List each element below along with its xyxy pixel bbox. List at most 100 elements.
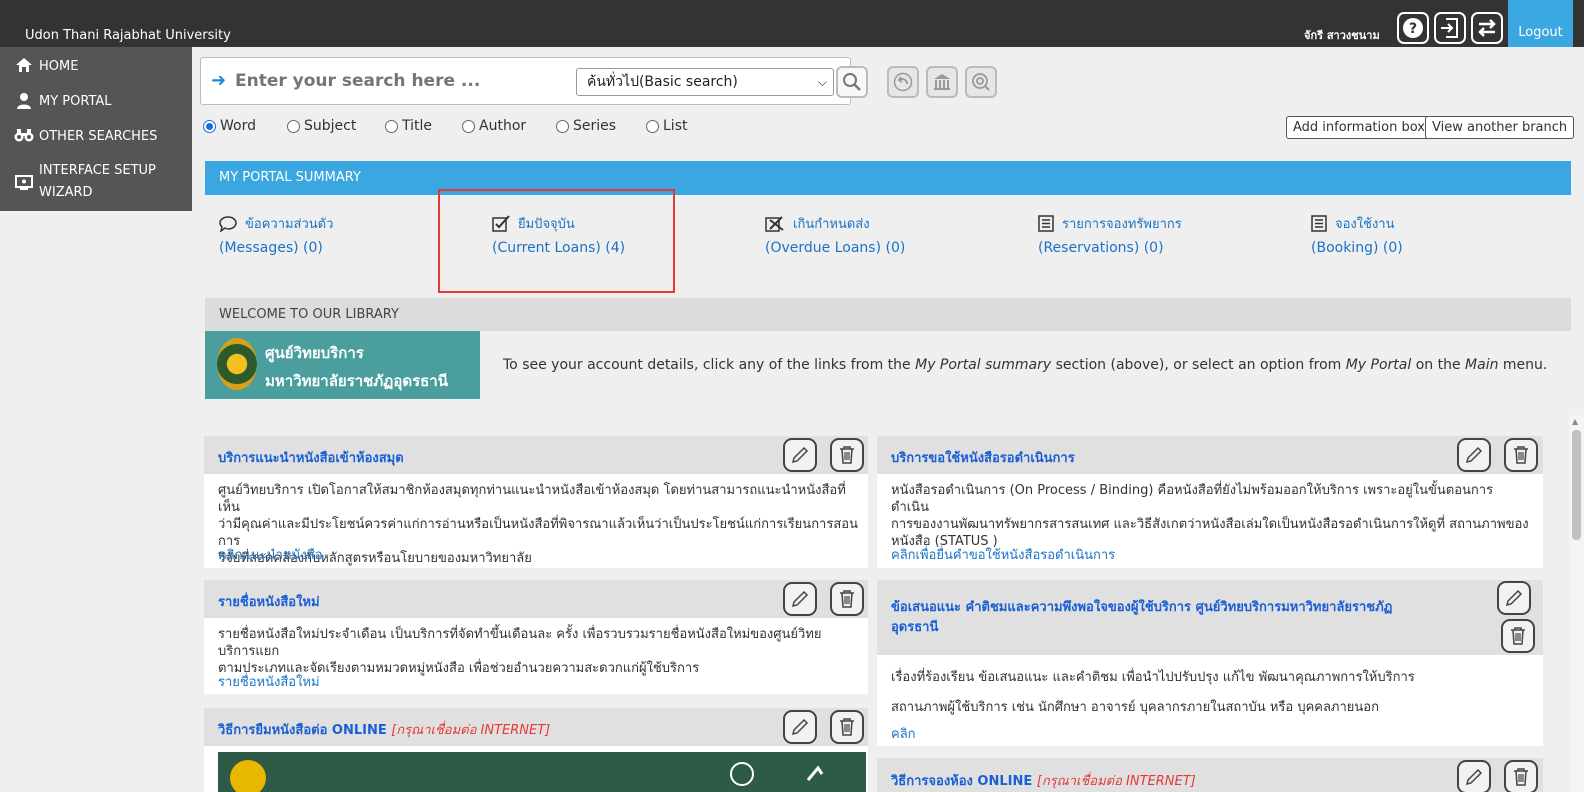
welcome-text-emph: My Portal <box>1345 357 1412 373</box>
summary-thai-label[interactable]: จองใช้งาน <box>1335 213 1394 234</box>
delete-button[interactable] <box>1501 619 1535 653</box>
summary-english-label[interactable]: (Reservations) (0) <box>1038 240 1182 256</box>
search-type-select[interactable]: ค้นทั่วไป(Basic search) ⌵ <box>576 68 834 96</box>
welcome-text-part: menu. <box>1498 357 1548 373</box>
view-another-branch-button[interactable]: View another branch <box>1425 116 1575 139</box>
summary-english-label[interactable]: (Booking) (0) <box>1311 240 1403 256</box>
search-input[interactable] <box>235 68 565 94</box>
radio-author[interactable]: Author <box>462 118 526 134</box>
radio-title[interactable]: Title <box>385 118 432 134</box>
login-icon[interactable] <box>1434 12 1466 44</box>
card-body: หนังสือรอดำเนินการ (On Process / Binding… <box>891 482 1531 550</box>
radio-circle[interactable] <box>385 119 398 133</box>
radio-label: Author <box>479 118 527 134</box>
logo-text-line2: มหาวิทยาลัยราชภัฏอุดรธานี <box>265 372 448 390</box>
edit-button[interactable] <box>783 438 817 472</box>
back-button[interactable] <box>887 66 919 98</box>
university-name: Udon Thani Rajabhat University <box>25 28 231 43</box>
search-icon <box>843 73 861 91</box>
card-text-line: เรื่องที่ร้องเรียน ข้อเสนอแนะ และคำติชม … <box>891 670 1415 685</box>
add-information-box-button[interactable]: Add information box <box>1286 116 1432 139</box>
radio-circle[interactable] <box>556 119 569 133</box>
radio-list[interactable]: List <box>646 118 687 134</box>
delete-button[interactable] <box>830 710 864 744</box>
radio-circle[interactable] <box>462 119 475 133</box>
pencil-icon <box>791 446 809 464</box>
radio-label: Title <box>402 118 433 134</box>
welcome-header: WELCOME TO OUR LIBRARY <box>205 298 1571 331</box>
edit-button[interactable] <box>1457 438 1491 472</box>
card-title: รายชื่อหนังสือใหม่ <box>218 595 320 610</box>
radio-circle[interactable] <box>287 119 300 133</box>
scrollbar[interactable]: ▲ <box>1569 415 1584 792</box>
card-link[interactable]: คลิกเพื่อยื่นคำขอใช้หนังสือรอดำเนินการ <box>891 544 1115 565</box>
list-icon <box>1038 214 1054 232</box>
card-title: ข้อเสนอแนะ คำติชมและความพึงพอใจของผู้ใช้… <box>891 598 1451 638</box>
card-text-line: การของงานพัฒนาทรัพยากรสารสนเทศ และวิธีสั… <box>891 517 1529 532</box>
summary-booking[interactable]: จองใช้งาน (Booking) (0) <box>1311 214 1403 256</box>
radio-circle[interactable] <box>203 119 216 133</box>
card-title-text: วิธีการยืมหนังสือต่อ ONLINE <box>218 723 392 738</box>
welcome-text-part: on the <box>1411 357 1466 373</box>
sidebar-item-interface-setup[interactable]: INTERFACE SETUP WIZARD <box>14 160 184 204</box>
delete-button[interactable] <box>1504 760 1538 792</box>
trash-icon <box>840 718 854 736</box>
pencil-icon <box>791 590 809 608</box>
video-thumbnail[interactable] <box>218 752 866 792</box>
card-text-line: หนังสือรอดำเนินการ (On Process / Binding… <box>891 483 1494 515</box>
sidebar-item-other-searches[interactable]: OTHER SEARCHES <box>14 126 157 148</box>
card-link[interactable]: คลิก <box>891 723 916 744</box>
edit-button[interactable] <box>783 582 817 616</box>
trash-icon <box>1511 627 1525 645</box>
summary-overdue-loans[interactable]: เกินกำหนดส่ง (Overdue Loans) (0) <box>765 214 905 256</box>
card-link[interactable]: คลิกแนะนำหนังสือ <box>218 544 323 565</box>
username[interactable]: จักรี สาวงชนาม <box>1304 26 1380 44</box>
summary-thai-label[interactable]: เกินกำหนดส่ง <box>793 213 870 234</box>
library-button[interactable] <box>926 66 958 98</box>
search-button[interactable] <box>836 66 868 98</box>
home-icon <box>14 56 34 74</box>
library-logo-banner: ศูนย์วิทยบริการ มหาวิทยาลัยราชภัฏอุดรธาน… <box>205 331 480 399</box>
sidebar-label: INTERFACE SETUP WIZARD <box>39 163 156 200</box>
summary-messages[interactable]: ข้อความส่วนตัว (Messages) (0) <box>219 214 333 256</box>
summary-english-label[interactable]: (Messages) (0) <box>219 240 333 256</box>
card-title: วิธีการจองห้อง ONLINE [กรุณาเชื่อมต่อ IN… <box>891 770 1196 791</box>
radio-subject[interactable]: Subject <box>287 118 356 134</box>
logout-button[interactable]: Logout <box>1508 0 1573 47</box>
scroll-thumb[interactable] <box>1572 430 1581 540</box>
delete-button[interactable] <box>830 438 864 472</box>
switch-icon[interactable] <box>1471 12 1503 44</box>
card-on-process-books: บริการขอใช้หนังสือรอดำเนินการ หนังสือรอด… <box>877 436 1543 568</box>
search-settings-icon <box>972 73 990 91</box>
scroll-up-icon[interactable]: ▲ <box>1572 417 1578 426</box>
sidebar-label: OTHER SEARCHES <box>39 129 158 144</box>
summary-thai-label[interactable]: รายการจองทรัพยากร <box>1062 213 1182 234</box>
edit-button[interactable] <box>1457 760 1491 792</box>
edit-button[interactable] <box>1497 581 1531 615</box>
sidebar-item-my-portal[interactable]: MY PORTAL <box>14 91 112 113</box>
summary-english-label[interactable]: (Overdue Loans) (0) <box>765 240 905 256</box>
advanced-search-button[interactable] <box>965 66 997 98</box>
search-type-value: ค้นทั่วไป(Basic search) <box>587 74 738 90</box>
trash-icon <box>840 590 854 608</box>
sidebar-label: HOME <box>39 59 79 74</box>
radio-label: List <box>663 118 688 134</box>
summary-reservations[interactable]: รายการจองทรัพยากร (Reservations) (0) <box>1038 214 1182 256</box>
edit-button[interactable] <box>783 710 817 744</box>
radio-series[interactable]: Series <box>556 118 616 134</box>
top-bar: Udon Thani Rajabhat University จักรี สาว… <box>0 0 1584 47</box>
card-link[interactable]: รายชื่อหนังสือใหม่ <box>218 671 320 692</box>
summary-thai-label[interactable]: ข้อความส่วนตัว <box>245 213 333 234</box>
booking-icon <box>1311 214 1327 232</box>
card-body: รายชื่อหนังสือใหม่ประจำเดือน เป็นบริการท… <box>218 626 858 677</box>
arrow-right-icon: ➜ <box>211 70 227 91</box>
delete-button[interactable] <box>830 582 864 616</box>
card-title-text: วิธีการจองห้อง ONLINE <box>891 774 1037 789</box>
svg-text:?: ? <box>1409 21 1417 37</box>
card-room-booking: วิธีการจองห้อง ONLINE [กรุณาเชื่อมต่อ IN… <box>877 758 1543 792</box>
radio-circle[interactable] <box>646 119 659 133</box>
sidebar-item-home[interactable]: HOME <box>14 56 78 78</box>
radio-word[interactable]: Word <box>203 118 256 134</box>
delete-button[interactable] <box>1504 438 1538 472</box>
help-icon[interactable]: ? <box>1397 12 1429 44</box>
